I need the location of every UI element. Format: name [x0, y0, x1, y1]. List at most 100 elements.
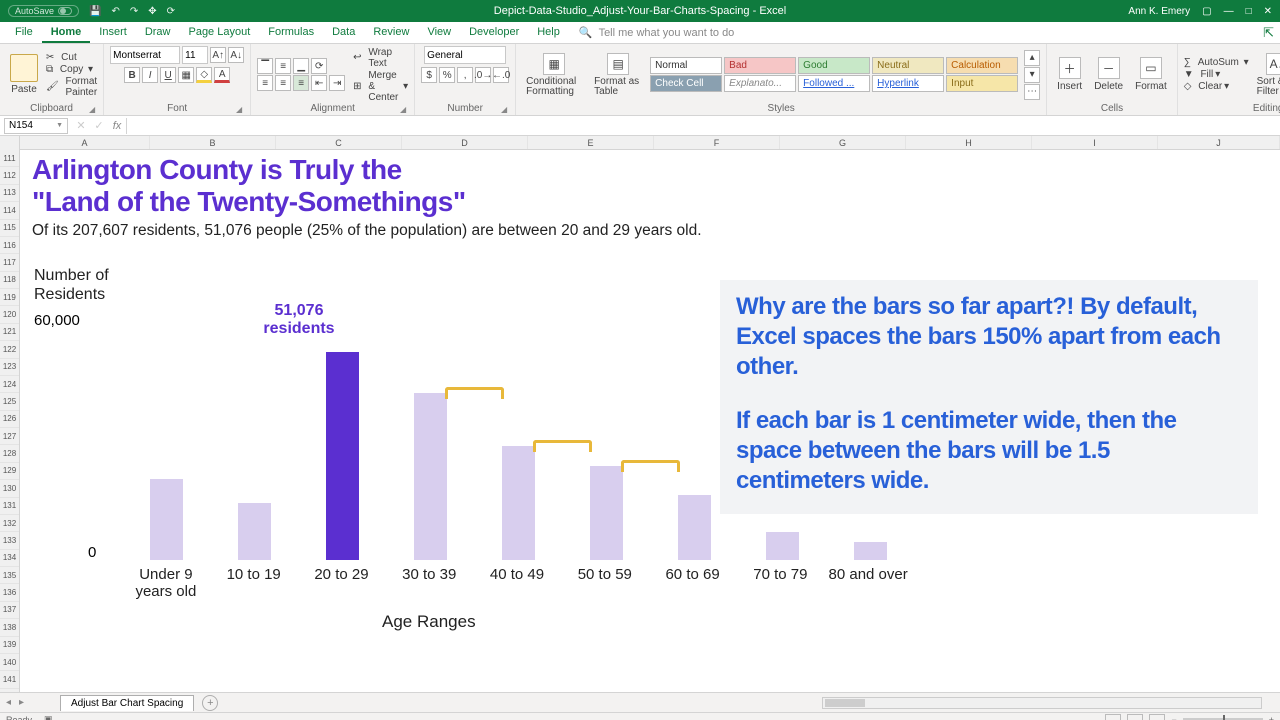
align-left-icon[interactable]: ≡	[257, 75, 273, 91]
undo-icon[interactable]: ↶	[111, 6, 119, 17]
tab-nav-last-icon[interactable]: ▸	[19, 697, 24, 708]
sheet-tab-active[interactable]: Adjust Bar Chart Spacing	[60, 695, 194, 711]
row-header[interactable]: 129	[0, 463, 19, 480]
decrease-decimal-icon[interactable]: ←.0	[493, 67, 509, 83]
normal-view-icon[interactable]	[1105, 714, 1121, 720]
tab-review[interactable]: Review	[364, 23, 418, 43]
sort-filter-button[interactable]: A↓Sort & Filter	[1253, 51, 1280, 99]
row-header[interactable]: 140	[0, 654, 19, 671]
row-header[interactable]: 135	[0, 567, 19, 584]
font-size-combo[interactable]	[182, 46, 208, 64]
comma-format-icon[interactable]: ,	[457, 67, 473, 83]
percent-format-icon[interactable]: %	[439, 67, 455, 83]
copy-button[interactable]: ⧉ Copy ▾	[46, 64, 97, 75]
tab-formulas[interactable]: Formulas	[259, 23, 323, 43]
bar-7[interactable]	[766, 532, 799, 560]
enter-icon[interactable]: ✓	[90, 119, 108, 132]
cell-style-hyperlink[interactable]: Hyperlink	[872, 75, 944, 92]
dialog-launcher-icon[interactable]: ◢	[400, 105, 406, 114]
tab-nav-first-icon[interactable]: ◂	[6, 697, 11, 708]
cell-style-followed-[interactable]: Followed ...	[798, 75, 870, 92]
wrap-text-button[interactable]: ↩ Wrap Text	[353, 47, 408, 69]
row-header[interactable]: 115	[0, 220, 19, 237]
conditional-formatting-button[interactable]: ▦Conditional Formatting	[522, 51, 586, 99]
row-header[interactable]: 141	[0, 671, 19, 688]
row-header[interactable]: 122	[0, 341, 19, 358]
horizontal-scrollbar[interactable]	[822, 697, 1262, 709]
number-format-combo[interactable]	[424, 46, 506, 64]
increase-decimal-icon[interactable]: .0→	[475, 67, 491, 83]
decrease-indent-icon[interactable]: ⇤	[311, 75, 327, 91]
tab-file[interactable]: File	[6, 23, 42, 43]
increase-indent-icon[interactable]: ⇥	[329, 75, 345, 91]
column-headers[interactable]: ABCDEFGHIJ	[20, 136, 1280, 150]
user-name[interactable]: Ann K. Emery	[1128, 6, 1190, 17]
align-right-icon[interactable]: ≡	[293, 75, 309, 91]
cell-style-good[interactable]: Good	[798, 57, 870, 74]
column-header[interactable]: D	[402, 136, 528, 149]
column-header[interactable]: F	[654, 136, 780, 149]
save-icon[interactable]: 💾	[89, 6, 101, 17]
cell-style-check-cell[interactable]: Check Cell	[650, 75, 722, 92]
new-sheet-button[interactable]: +	[202, 695, 218, 711]
bar-2[interactable]	[326, 352, 359, 560]
fill-button[interactable]: ▼ Fill▾	[1184, 69, 1249, 80]
row-header[interactable]: 113	[0, 185, 19, 202]
styles-scroll-up-icon[interactable]: ▴	[1024, 50, 1040, 66]
underline-button[interactable]: U	[160, 67, 176, 83]
tab-help[interactable]: Help	[528, 23, 569, 43]
ribbon-display-icon[interactable]: ▢	[1202, 6, 1211, 17]
border-button[interactable]: ▦	[178, 67, 194, 83]
worksheet-area[interactable]: ABCDEFGHIJ 11111211311411511611711811912…	[0, 136, 1280, 692]
row-header[interactable]: 114	[0, 202, 19, 219]
delete-cells-button[interactable]: －Delete	[1090, 55, 1127, 94]
autosave-toggle[interactable]: AutoSave	[8, 5, 79, 17]
column-header[interactable]: J	[1158, 136, 1280, 149]
accounting-format-icon[interactable]: $	[421, 67, 437, 83]
align-middle-icon[interactable]: ≡	[275, 58, 291, 74]
decrease-font-icon[interactable]: A↓	[228, 47, 244, 63]
dialog-launcher-icon[interactable]: ◢	[501, 105, 507, 114]
align-center-icon[interactable]: ≡	[275, 75, 291, 91]
row-header[interactable]: 130	[0, 480, 19, 497]
tab-developer[interactable]: Developer	[460, 23, 528, 43]
row-header[interactable]: 121	[0, 324, 19, 341]
row-header[interactable]: 136	[0, 584, 19, 601]
cell-style-explanato-[interactable]: Explanato...	[724, 75, 796, 92]
zoom-out-icon[interactable]: −	[1171, 715, 1176, 720]
tab-view[interactable]: View	[418, 23, 460, 43]
bar-3[interactable]	[414, 393, 447, 560]
column-header[interactable]: B	[150, 136, 276, 149]
row-header[interactable]: 124	[0, 376, 19, 393]
row-header[interactable]: 127	[0, 428, 19, 445]
clear-button[interactable]: ◇ Clear▾	[1184, 81, 1249, 92]
bar-1[interactable]	[238, 503, 271, 560]
dialog-launcher-icon[interactable]: ◢	[89, 105, 95, 114]
share-button[interactable]: ⇱	[1263, 25, 1274, 41]
column-header[interactable]: C	[276, 136, 402, 149]
increase-font-icon[interactable]: A↑	[210, 47, 226, 63]
tell-me-search[interactable]: 🔍 Tell me what you want to do	[579, 26, 734, 39]
row-header[interactable]: 125	[0, 393, 19, 410]
font-name-combo[interactable]	[110, 46, 180, 64]
page-break-view-icon[interactable]	[1149, 714, 1165, 720]
row-header[interactable]: 111	[0, 150, 19, 167]
formula-input[interactable]	[126, 118, 1280, 134]
column-header[interactable]: G	[780, 136, 906, 149]
dialog-launcher-icon[interactable]: ◢	[236, 105, 242, 114]
column-header[interactable]: I	[1032, 136, 1158, 149]
close-icon[interactable]: ✕	[1264, 6, 1272, 17]
fx-icon[interactable]: fx	[108, 120, 126, 132]
cell-style-normal[interactable]: Normal	[650, 57, 722, 74]
tab-insert[interactable]: Insert	[90, 23, 136, 43]
cell-style-neutral[interactable]: Neutral	[872, 57, 944, 74]
bar-8[interactable]	[854, 542, 887, 560]
cell-style-bad[interactable]: Bad	[724, 57, 796, 74]
column-header[interactable]: E	[528, 136, 654, 149]
maximize-icon[interactable]: □	[1246, 6, 1252, 17]
row-header[interactable]: 116	[0, 237, 19, 254]
format-cells-button[interactable]: ▭Format	[1131, 55, 1171, 94]
format-as-table-button[interactable]: ▤Format as Table	[590, 51, 646, 99]
name-box[interactable]: N154▼	[4, 118, 68, 134]
cell-style-input[interactable]: Input	[946, 75, 1018, 92]
